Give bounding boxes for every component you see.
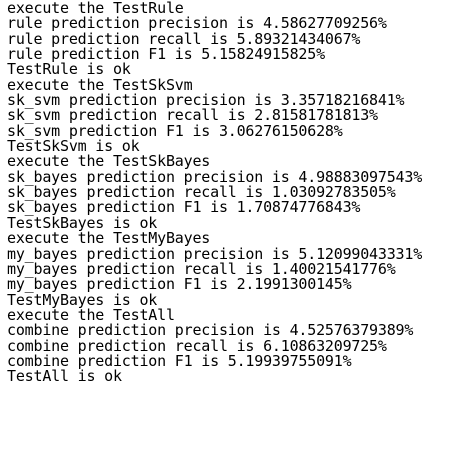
output-line: TestAll is ok [7,367,122,386]
terminal-output: execute the TestRule rule prediction pre… [0,0,470,461]
